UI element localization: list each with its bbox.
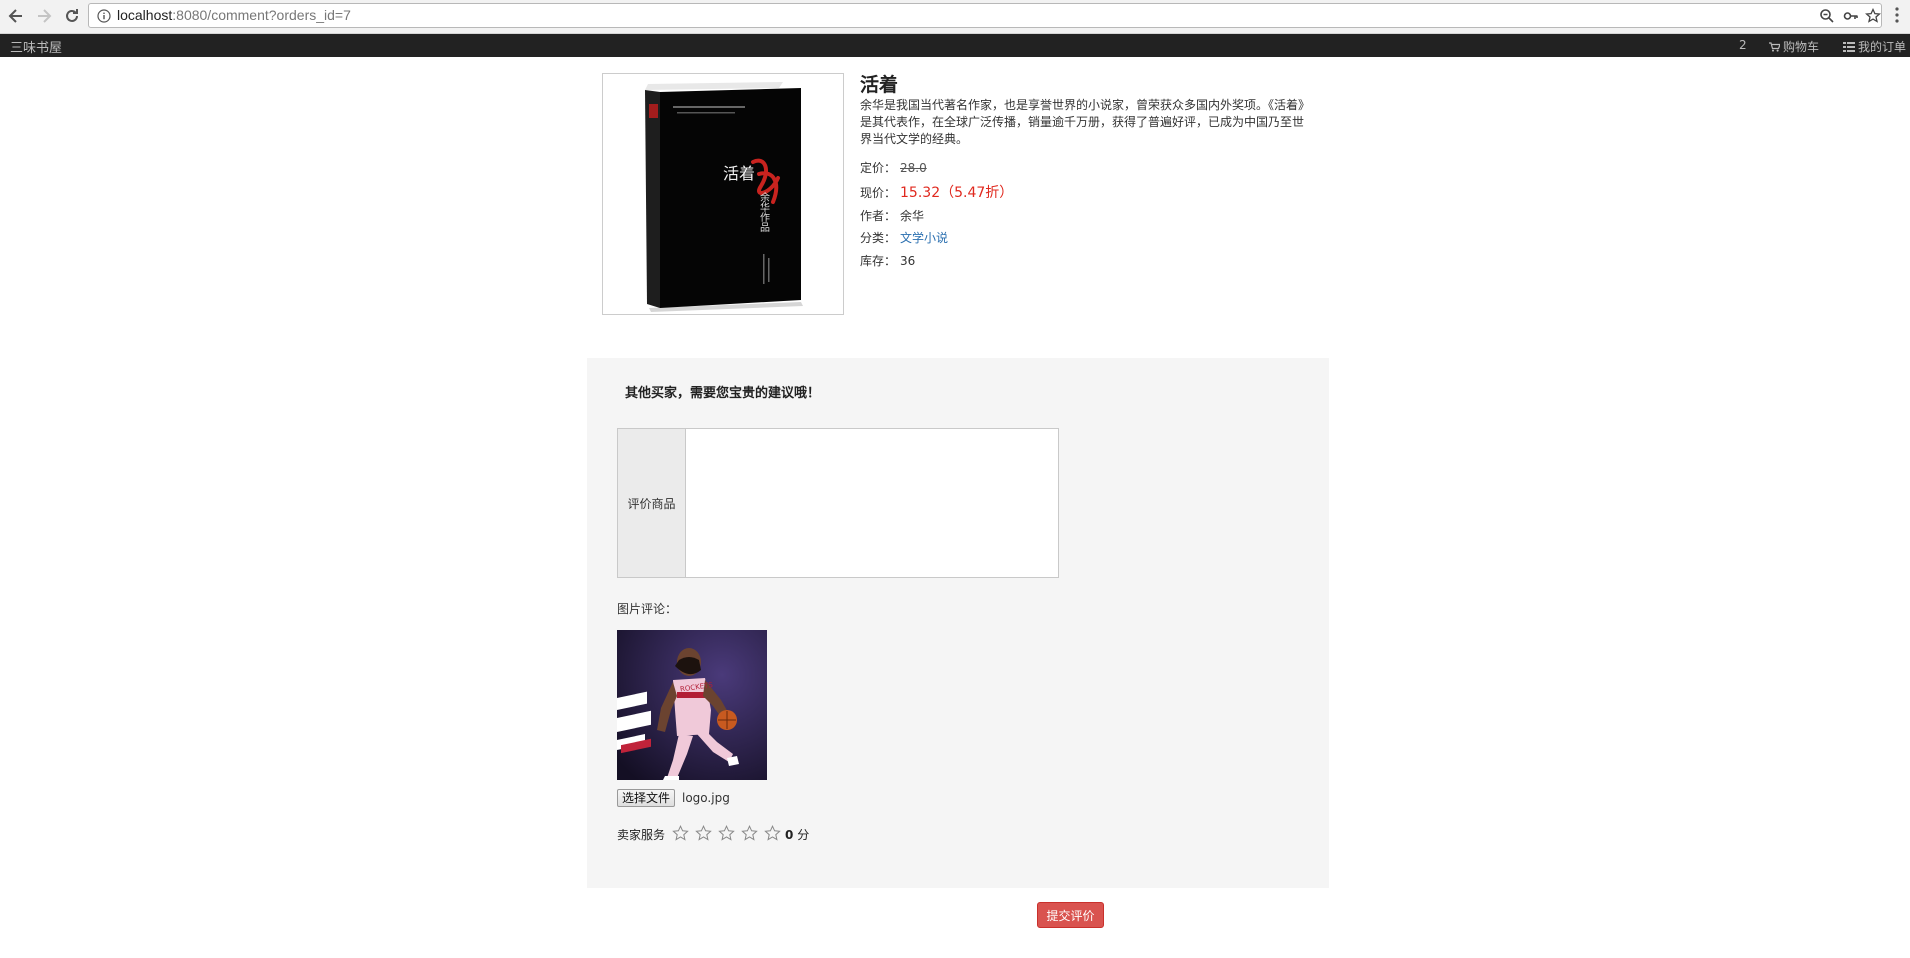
stock-value: 36 xyxy=(900,254,916,268)
address-bar[interactable]: localhost:8080/comment?orders_id=7 xyxy=(88,3,1882,28)
rating-score: 0 分 xyxy=(785,826,809,843)
rating-score-value: 0 xyxy=(785,828,794,842)
selected-file-name: logo.jpg xyxy=(682,791,730,805)
rating-star-4-icon[interactable] xyxy=(741,825,758,842)
rating-star-1-icon[interactable] xyxy=(672,825,689,842)
list-price-value: 28.0 xyxy=(900,161,927,175)
url-text[interactable]: localhost:8080/comment?orders_id=7 xyxy=(117,7,351,23)
back-arrow-icon[interactable] xyxy=(6,6,26,26)
book-cover-art: 活着 余华作品 xyxy=(603,74,843,314)
choose-file-button[interactable]: 选择文件 xyxy=(617,789,676,807)
rating-star-2-icon[interactable] xyxy=(695,825,712,842)
url-path: :8080/comment?orders_id=7 xyxy=(172,7,351,23)
cart-link[interactable]: 购物车 xyxy=(1769,38,1819,55)
zoom-icon[interactable] xyxy=(1819,8,1835,24)
url-host: localhost xyxy=(117,7,173,23)
author-label: 作者： xyxy=(860,209,897,223)
bookmark-star-icon[interactable] xyxy=(1865,8,1881,24)
book-cover-image: 活着 余华作品 xyxy=(602,73,844,315)
current-price-value: 15.32（5.47折） xyxy=(900,185,1014,201)
cart-count-badge: 2 xyxy=(1739,38,1747,52)
reload-icon[interactable] xyxy=(62,6,82,26)
browser-toolbar: localhost:8080/comment?orders_id=7 xyxy=(0,0,1910,34)
cover-title-text: 活着 xyxy=(723,164,755,183)
info-icon[interactable] xyxy=(97,9,111,23)
seller-service-label: 卖家服务 xyxy=(617,828,666,842)
comment-field-label: 评价商品 xyxy=(618,429,686,577)
submit-review-button[interactable]: 提交评价 xyxy=(1037,902,1104,928)
comment-form-group: 评价商品 xyxy=(617,428,1059,578)
cover-author-text: 余华作品 xyxy=(758,191,770,233)
list-icon xyxy=(1843,42,1855,52)
comment-textarea[interactable] xyxy=(686,429,1058,577)
author-value: 余华 xyxy=(900,209,925,223)
category-link[interactable]: 文学小说 xyxy=(900,231,948,245)
current-price-row: 现价： 15.32（5.47折） xyxy=(860,182,1013,202)
comment-heading: 其他买家，需要您宝贵的建议哦！ xyxy=(625,386,821,401)
author-row: 作者： 余华 xyxy=(860,207,924,224)
list-price-row: 定价： 28.0 xyxy=(860,159,927,176)
photo-comment-label: 图片评论： xyxy=(617,602,678,616)
cart-label: 购物车 xyxy=(1783,40,1820,54)
brand-link[interactable]: 三味书屋 xyxy=(10,37,62,56)
current-price-label: 现价： xyxy=(860,186,897,200)
book-title: 活着 xyxy=(860,74,899,96)
my-orders-label: 我的订单 xyxy=(1858,40,1907,54)
shopping-cart-icon xyxy=(1769,42,1781,52)
key-icon[interactable] xyxy=(1843,8,1859,24)
book-description: 余华是我国当代著名作家，也是享誉世界的小说家，曾荣获众多国内外奖项。《活着》是其… xyxy=(860,98,1305,146)
rating-score-unit: 分 xyxy=(797,828,810,842)
rating-star-3-icon[interactable] xyxy=(718,825,735,842)
stock-row: 库存： 36 xyxy=(860,252,915,269)
my-orders-link[interactable]: 我的订单 xyxy=(1843,38,1906,55)
forward-arrow-icon[interactable] xyxy=(34,6,54,26)
site-navbar: 三味书屋 2 购物车 我的订单 xyxy=(0,34,1910,57)
menu-dots-icon[interactable] xyxy=(1894,7,1900,23)
category-label: 分类： xyxy=(860,231,897,245)
stock-label: 库存： xyxy=(860,254,897,268)
list-price-label: 定价： xyxy=(860,161,897,175)
uploaded-photo-preview: ROCKETS xyxy=(617,630,767,780)
rating-star-5-icon[interactable] xyxy=(764,825,781,842)
category-row: 分类： 文学小说 xyxy=(860,229,948,246)
